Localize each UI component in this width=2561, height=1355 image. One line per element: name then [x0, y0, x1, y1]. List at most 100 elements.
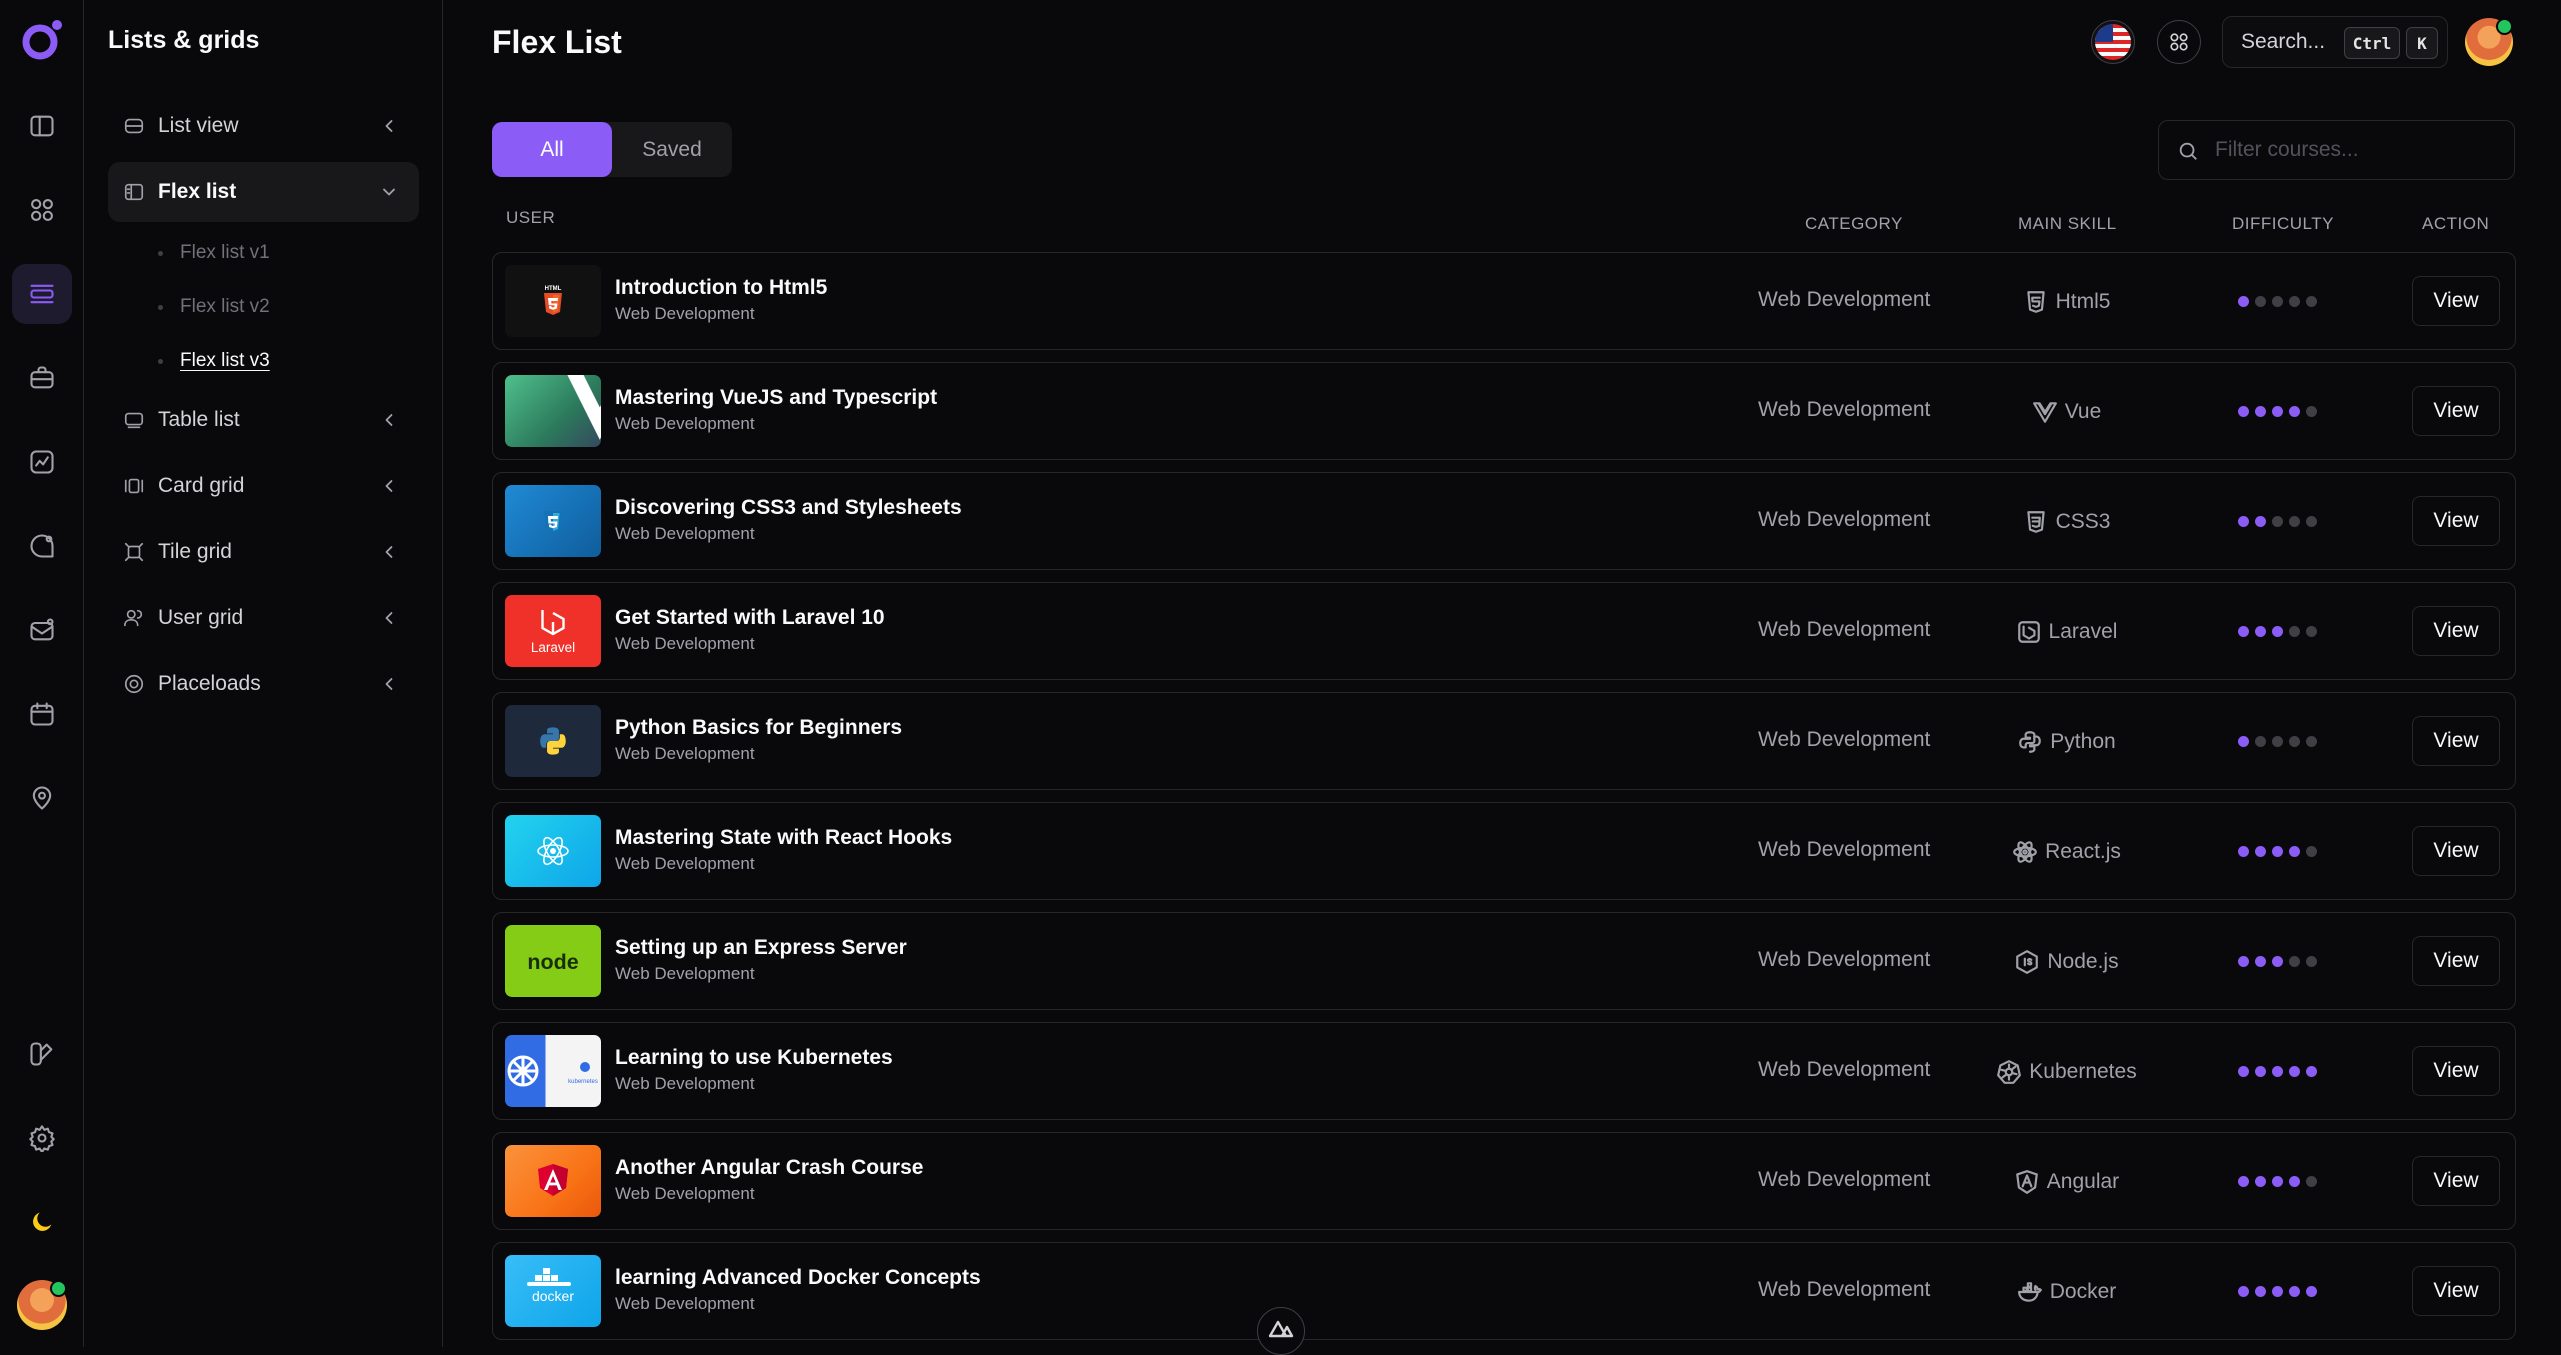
- theme-toggle-button[interactable]: [12, 1192, 72, 1252]
- difficulty-dot: [2238, 406, 2249, 417]
- difficulty-dot: [2238, 516, 2249, 527]
- kbd-ctrl: Ctrl: [2344, 27, 2400, 59]
- kbd-k: K: [2406, 27, 2438, 59]
- grid-icon: [31, 199, 53, 221]
- sidebar-subitem-flex-list-v3[interactable]: Flex list v3: [158, 350, 270, 372]
- course-category: Web Development: [1758, 948, 1931, 971]
- sidebar-item-label: Table list: [158, 408, 240, 431]
- course-skill: Python: [1966, 723, 2166, 761]
- difficulty-dot: [2289, 1286, 2300, 1297]
- sidebar-item-flex-list[interactable]: Flex list: [108, 162, 419, 222]
- difficulty-indicator: [2238, 846, 2317, 857]
- rail-dashboard-button[interactable]: [12, 96, 72, 156]
- difficulty-dot: [2255, 626, 2266, 637]
- view-button[interactable]: View: [2412, 716, 2500, 766]
- angular-logo-icon: [538, 1164, 568, 1196]
- nuxt-devtools-button[interactable]: [1257, 1307, 1305, 1355]
- course-skill: Angular: [1966, 1163, 2166, 1201]
- language-switcher[interactable]: [2091, 20, 2135, 64]
- view-button[interactable]: View: [2412, 826, 2500, 876]
- tile-grid-icon: [122, 540, 146, 564]
- view-button[interactable]: View: [2412, 386, 2500, 436]
- difficulty-indicator: [2238, 1066, 2317, 1077]
- header-avatar[interactable]: [2465, 18, 2513, 66]
- difficulty-dot: [2272, 956, 2283, 967]
- column-header-user: USER: [506, 208, 556, 227]
- course-title: Get Started with Laravel 10: [615, 606, 885, 629]
- kubernetes-icon: [1995, 1058, 2023, 1086]
- difficulty-indicator: [2238, 1286, 2317, 1297]
- sidebar-subitem-flex-list-v1[interactable]: Flex list v1: [158, 242, 270, 264]
- sidebar-subitem-flex-list-v2[interactable]: Flex list v2: [158, 296, 270, 318]
- sidebar-subitem-label: Flex list v3: [180, 350, 270, 371]
- html5-logo-icon: HTML: [544, 286, 562, 315]
- tab-all[interactable]: All: [492, 122, 612, 177]
- view-button[interactable]: View: [2412, 496, 2500, 546]
- rail-messages-button[interactable]: [12, 516, 72, 576]
- course-title: Mastering VueJS and Typescript: [615, 386, 938, 409]
- docker-logo-icon: docker: [527, 1268, 574, 1304]
- sidebar-item-tile-grid[interactable]: Tile grid: [108, 522, 419, 582]
- skill-label: Docker: [2049, 1280, 2117, 1303]
- html5-icon: [2022, 288, 2050, 316]
- difficulty-dot: [2272, 1176, 2283, 1187]
- sidebar-item-table-list[interactable]: Table list: [108, 390, 419, 450]
- course-thumbnail: [505, 485, 601, 557]
- sidebar-item-user-grid[interactable]: User grid: [108, 588, 419, 648]
- skill-label: CSS3: [2055, 510, 2111, 533]
- sidebar-item-card-grid[interactable]: Card grid: [108, 456, 419, 516]
- rail-inbox-button[interactable]: [12, 600, 72, 660]
- sidebar-item-list-view[interactable]: List view: [108, 96, 419, 156]
- course-subtitle: Web Development: [615, 964, 755, 983]
- rail-briefcase-button[interactable]: [12, 348, 72, 408]
- view-button[interactable]: View: [2412, 606, 2500, 656]
- skill-label: React.js: [2045, 840, 2121, 863]
- view-button[interactable]: View: [2412, 1266, 2500, 1316]
- chevron-left-icon: [379, 542, 399, 562]
- column-header-category: CATEGORY: [1805, 214, 1903, 233]
- rail-lists-button[interactable]: [12, 264, 72, 324]
- rail-customize-button[interactable]: [12, 1024, 72, 1084]
- course-category: Web Development: [1758, 1058, 1931, 1081]
- rail-analytics-button[interactable]: [12, 432, 72, 492]
- rail-settings-button[interactable]: [12, 1108, 72, 1168]
- table-row: HTML Introduction to Html5 Web Developme…: [492, 252, 2516, 350]
- sidebar-item-label: Flex list: [158, 180, 237, 203]
- view-button[interactable]: View: [2412, 1046, 2500, 1096]
- tab-saved[interactable]: Saved: [612, 122, 732, 177]
- rail-map-button[interactable]: [12, 768, 72, 828]
- course-subtitle: Web Development: [615, 1074, 755, 1093]
- course-skill: Docker: [1966, 1273, 2166, 1311]
- sidebar-item-placeloads[interactable]: Placeloads: [108, 654, 419, 714]
- sidebar-subitem-label: Flex list v2: [180, 296, 270, 317]
- course-subtitle: Web Development: [615, 1294, 755, 1313]
- difficulty-dot: [2272, 406, 2283, 417]
- main-content: Flex List Search... Ctrl K All Saved USE…: [443, 0, 2561, 1355]
- apps-button[interactable]: [2157, 20, 2201, 64]
- column-header-main-skill: MAIN SKILL: [2018, 214, 2117, 233]
- view-button[interactable]: View: [2412, 276, 2500, 326]
- briefcase-icon: [30, 366, 54, 389]
- course-category: Web Development: [1758, 1278, 1931, 1301]
- sidebar-layout-icon: [30, 115, 54, 137]
- view-button[interactable]: View: [2412, 1156, 2500, 1206]
- skill-label: Laravel: [2048, 620, 2118, 643]
- difficulty-dot: [2272, 296, 2283, 307]
- difficulty-dot: [2306, 1176, 2317, 1187]
- difficulty-dot: [2272, 846, 2283, 857]
- laravel-logo-icon: Laravel: [531, 610, 575, 655]
- rail-components-button[interactable]: [12, 180, 72, 240]
- search-button[interactable]: Search... Ctrl K: [2222, 16, 2448, 68]
- course-thumbnail: [505, 705, 601, 777]
- difficulty-dot: [2255, 1176, 2266, 1187]
- view-button[interactable]: View: [2412, 936, 2500, 986]
- difficulty-dot: [2272, 516, 2283, 527]
- filter-courses-input[interactable]: [2215, 138, 2495, 162]
- user-avatar[interactable]: [17, 1280, 67, 1330]
- python-icon: [2016, 728, 2044, 756]
- rail-calendar-button[interactable]: [12, 684, 72, 744]
- chevron-left-icon: [379, 674, 399, 694]
- difficulty-indicator: [2238, 626, 2317, 637]
- app-logo-icon[interactable]: [19, 17, 65, 63]
- course-skill: Laravel: [1966, 613, 2166, 651]
